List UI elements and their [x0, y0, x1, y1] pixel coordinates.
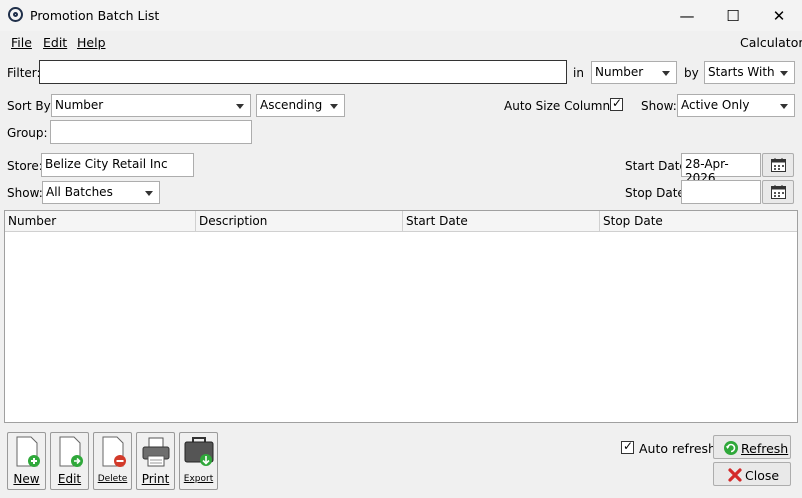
- show-batches-value: All Batches: [46, 185, 113, 199]
- batch-table[interactable]: Number Description Start Date Stop Date: [4, 210, 798, 423]
- export-button-label: Export: [183, 474, 214, 484]
- show-batches-label: Show:: [7, 186, 43, 200]
- start-date-input[interactable]: 28-Apr-2026: [681, 153, 761, 185]
- sort-order-select[interactable]: Ascending: [256, 94, 345, 117]
- show-label: Show:: [641, 99, 677, 113]
- column-header-start-date[interactable]: Start Date: [403, 211, 600, 231]
- refresh-icon: [724, 441, 738, 455]
- show-status-value: Active Only: [681, 98, 750, 112]
- menu-file[interactable]: File: [11, 35, 32, 50]
- delete-button-label: Delete: [97, 474, 128, 484]
- refresh-button-label: Refresh: [741, 441, 789, 456]
- export-button[interactable]: Export: [179, 432, 218, 490]
- refresh-button[interactable]: Refresh: [713, 435, 791, 459]
- filter-label: Filter:: [7, 66, 41, 80]
- export-briefcase-icon: [184, 437, 214, 466]
- close-window-button[interactable]: ✕: [756, 0, 802, 31]
- menu-help[interactable]: Help: [77, 35, 106, 50]
- stop-date-label: Stop Date:: [625, 186, 689, 200]
- edit-document-icon: [59, 436, 83, 467]
- close-button[interactable]: Close: [713, 462, 791, 486]
- column-header-number[interactable]: Number: [5, 211, 196, 231]
- filter-field-select[interactable]: Number: [591, 61, 677, 84]
- sort-by-label: Sort By:: [7, 99, 54, 113]
- group-label: Group:: [7, 126, 48, 140]
- chevron-down-icon: [780, 71, 788, 76]
- new-button[interactable]: New: [7, 432, 46, 490]
- auto-size-columns-checkbox[interactable]: [610, 96, 623, 111]
- table-header: Number Description Start Date Stop Date: [5, 211, 797, 232]
- show-batches-select[interactable]: All Batches: [42, 181, 160, 204]
- store-label: Store:: [7, 159, 43, 173]
- filter-input[interactable]: [39, 60, 567, 84]
- auto-refresh-checkbox[interactable]: [621, 439, 634, 454]
- group-input[interactable]: [50, 120, 252, 144]
- edit-button-label: Edit: [57, 472, 82, 486]
- calendar-icon: [771, 158, 786, 172]
- minimize-button[interactable]: —: [664, 0, 710, 31]
- chevron-down-icon: [145, 191, 153, 196]
- filter-in-label: in: [573, 66, 584, 80]
- close-x-icon: [728, 468, 742, 482]
- column-header-stop-date[interactable]: Stop Date: [600, 211, 797, 231]
- auto-refresh-label: Auto refresh: [639, 441, 716, 456]
- stop-date-calendar-button[interactable]: [762, 180, 794, 204]
- app-logo-icon: [8, 7, 23, 22]
- sort-field-value: Number: [55, 98, 104, 112]
- column-header-description[interactable]: Description: [196, 211, 403, 231]
- new-document-icon: [16, 436, 40, 467]
- print-button-label: Print: [141, 472, 170, 486]
- start-date-calendar-button[interactable]: [762, 153, 794, 177]
- window-title: Promotion Batch List: [30, 8, 160, 23]
- chevron-down-icon: [330, 104, 338, 109]
- auto-size-columns-label: Auto Size Columns: [504, 99, 617, 113]
- edit-button[interactable]: Edit: [50, 432, 89, 490]
- delete-document-icon: [102, 436, 126, 467]
- maximize-button[interactable]: ☐: [710, 0, 756, 31]
- filter-field-value: Number: [595, 65, 644, 79]
- close-button-label: Close: [745, 468, 780, 483]
- filter-match-value: Starts With: [708, 65, 775, 79]
- menu-edit[interactable]: Edit: [43, 35, 67, 50]
- printer-icon: [142, 437, 170, 467]
- store-input[interactable]: Belize City Retail Inc: [41, 153, 194, 177]
- delete-button[interactable]: Delete: [93, 432, 132, 490]
- chevron-down-icon: [780, 104, 788, 109]
- chevron-down-icon: [662, 71, 670, 76]
- chevron-down-icon: [236, 104, 244, 109]
- sort-order-value: Ascending: [260, 98, 323, 112]
- filter-match-select[interactable]: Starts With: [704, 61, 795, 84]
- stop-date-input[interactable]: [681, 180, 761, 204]
- new-button-label: New: [13, 472, 40, 486]
- calculator-link[interactable]: Calculator: [740, 35, 802, 50]
- calendar-icon: [771, 185, 786, 199]
- title-bar: Promotion Batch List — ☐ ✕: [0, 0, 802, 31]
- print-button[interactable]: Print: [136, 432, 175, 490]
- filter-by-label: by: [684, 66, 699, 80]
- show-status-select[interactable]: Active Only: [677, 94, 795, 117]
- sort-field-select[interactable]: Number: [51, 94, 251, 117]
